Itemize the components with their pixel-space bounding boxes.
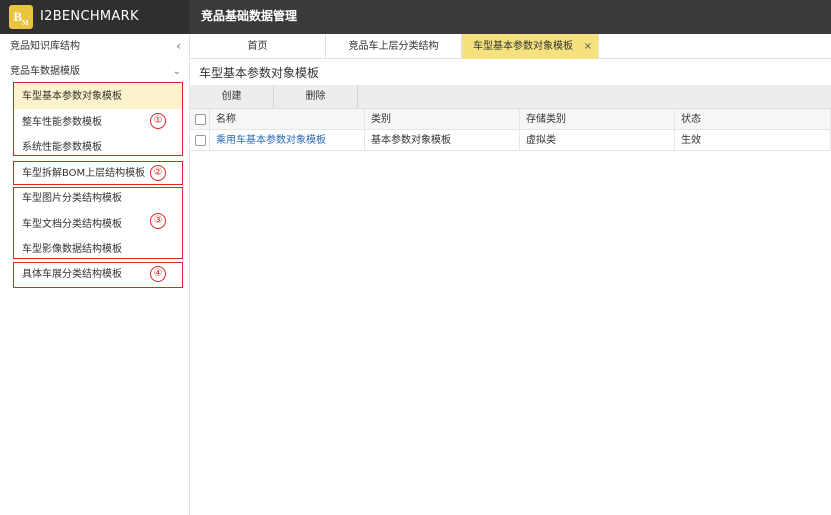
row-select-cell bbox=[190, 130, 210, 151]
row-name-link[interactable]: 乘用车基本参数对象模板 bbox=[210, 130, 365, 151]
annotation-number-2: ② bbox=[150, 165, 166, 181]
section-label: 竞品知识库结构 bbox=[10, 41, 80, 52]
select-all-checkbox[interactable] bbox=[195, 114, 206, 125]
annotation-number-4: ④ bbox=[150, 266, 166, 282]
brand-area: BM I2BENCHMARK bbox=[0, 0, 189, 34]
page-title: 车型基本参数对象模板 bbox=[199, 66, 320, 80]
row-checkbox[interactable] bbox=[195, 135, 206, 146]
tab-bar: 首页 竞品车上层分类结构 车型基本参数对象模板 × bbox=[190, 34, 831, 59]
select-all-cell bbox=[190, 109, 210, 130]
row-status: 生效 bbox=[675, 130, 831, 151]
tab-home[interactable]: 首页 bbox=[190, 34, 326, 59]
annotation-number-3: ③ bbox=[150, 213, 166, 229]
top-header: BM I2BENCHMARK 竞品基础数据管理 bbox=[0, 0, 831, 34]
table-row[interactable]: 乘用车基本参数对象模板 基本参数对象模板 虚拟类 生效 bbox=[190, 130, 831, 151]
tab-vehicle-classification[interactable]: 竞品车上层分类结构 bbox=[326, 34, 462, 59]
chevron-left-icon[interactable]: ‹ bbox=[176, 34, 181, 59]
action-toolbar: 创建 删除 bbox=[190, 85, 831, 109]
sidebar-section-templates[interactable]: 竞品车数据模版 ⌄ bbox=[0, 59, 189, 84]
row-category: 基本参数对象模板 bbox=[365, 130, 520, 151]
annotation-number-1: ① bbox=[150, 113, 166, 129]
create-button[interactable]: 创建 bbox=[190, 85, 274, 109]
tab-label: 车型基本参数对象模板 bbox=[473, 41, 573, 52]
delete-button[interactable]: 删除 bbox=[274, 85, 358, 109]
row-storage-type: 虚拟类 bbox=[520, 130, 675, 151]
chevron-down-icon[interactable]: ⌄ bbox=[173, 59, 181, 84]
logo-sub-letter: M bbox=[22, 19, 29, 27]
logo-letter: B bbox=[13, 9, 23, 24]
app-logo-icon: BM bbox=[9, 5, 33, 29]
column-header-name[interactable]: 名称 bbox=[210, 109, 365, 130]
table-header-row: 名称 类别 存储类别 状态 bbox=[190, 109, 831, 130]
column-header-storage-type[interactable]: 存储类别 bbox=[520, 109, 675, 130]
sidebar-section-knowledge-structure[interactable]: 竞品知识库结构 ‹ bbox=[0, 34, 189, 59]
tab-basic-params-template[interactable]: 车型基本参数对象模板 × bbox=[462, 34, 599, 59]
section-label: 竞品车数据模版 bbox=[10, 66, 80, 77]
close-icon[interactable]: × bbox=[584, 34, 592, 59]
brand-name: I2BENCHMARK bbox=[40, 9, 139, 24]
app-title: 竞品基础数据管理 bbox=[201, 9, 298, 23]
column-header-category[interactable]: 类别 bbox=[365, 109, 520, 130]
column-header-status[interactable]: 状态 bbox=[675, 109, 831, 130]
